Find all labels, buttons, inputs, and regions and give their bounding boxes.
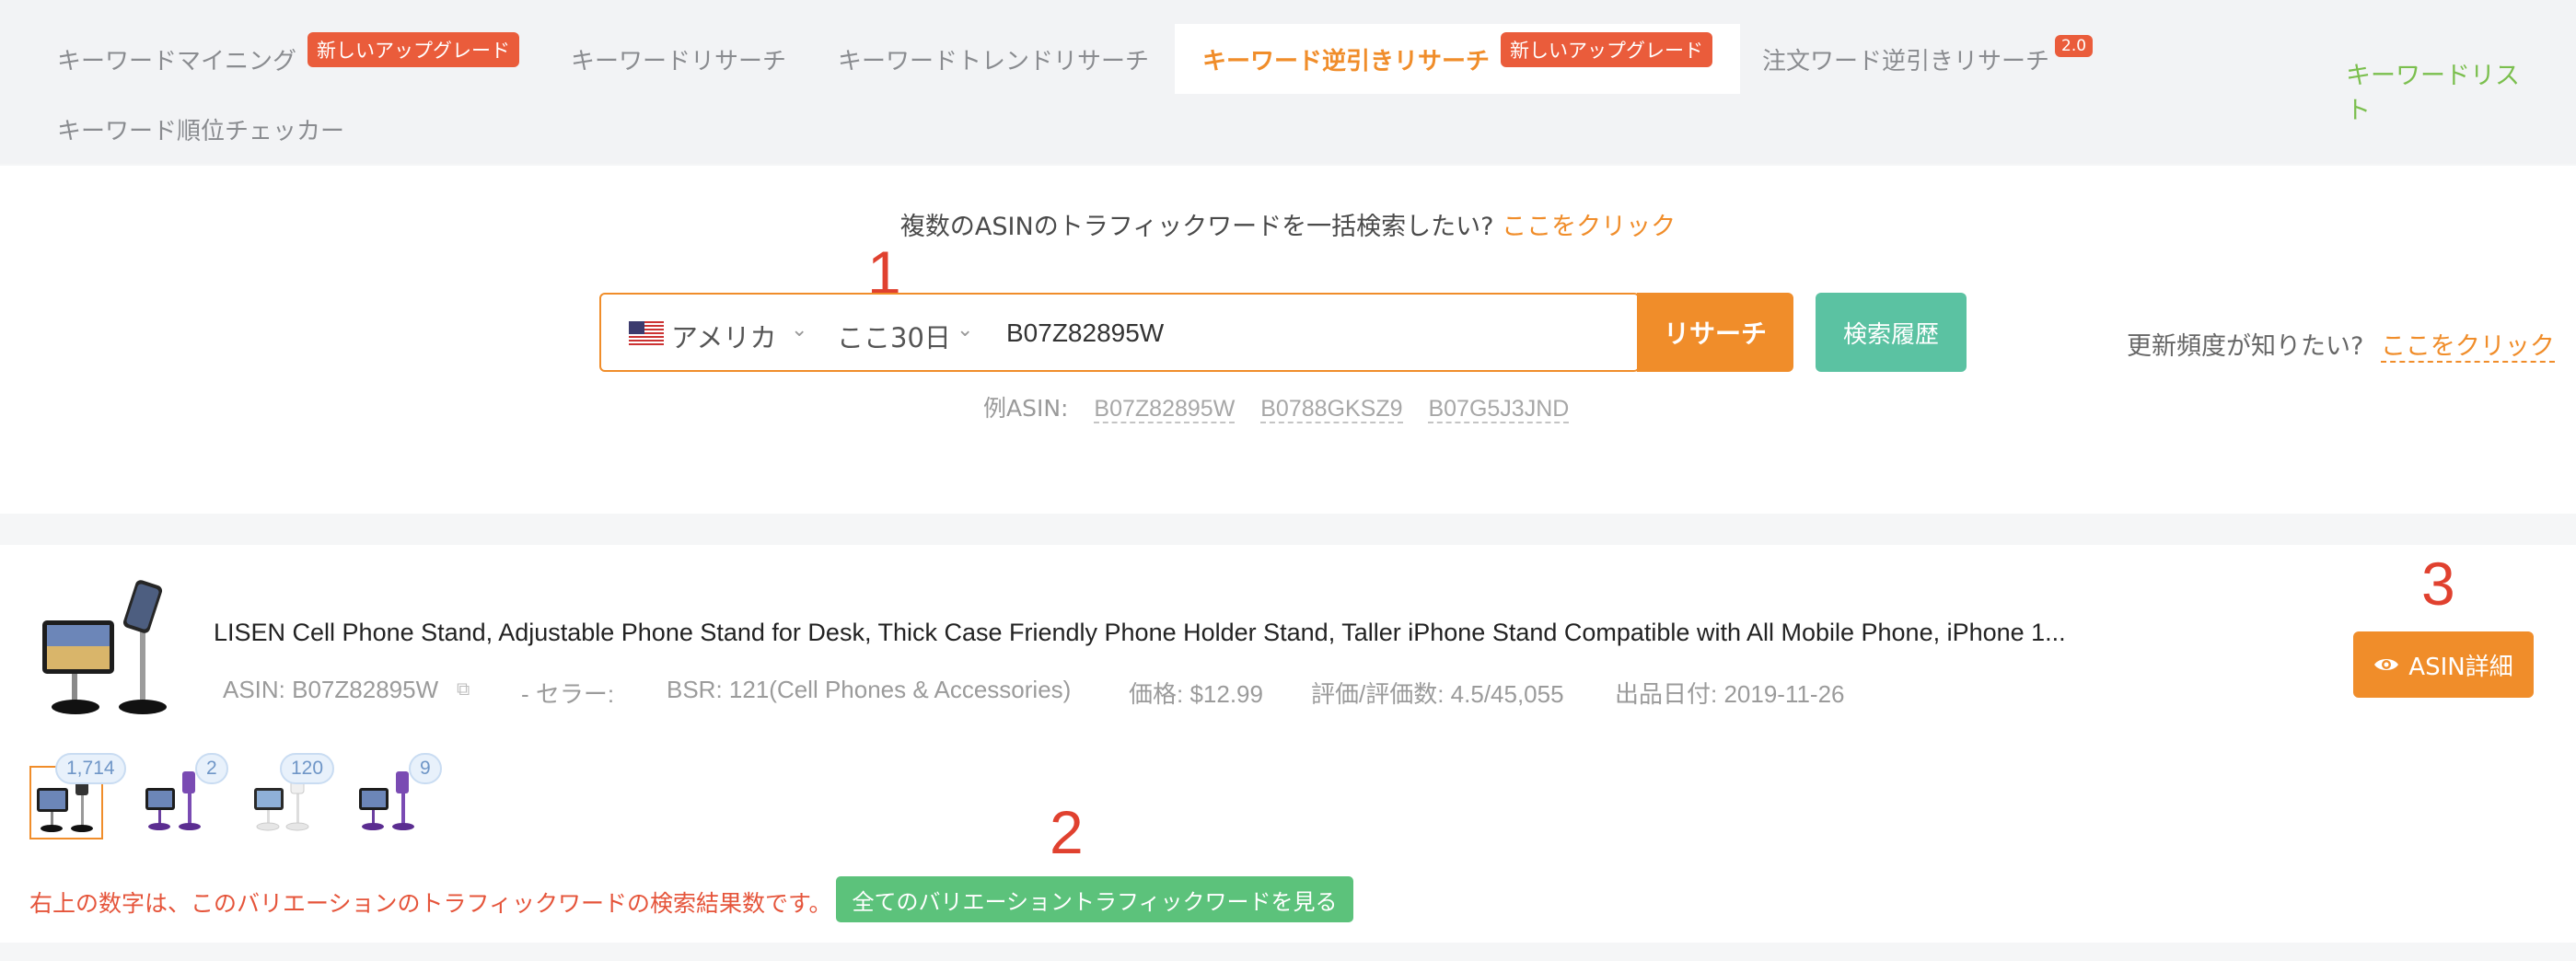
annotation-number-2: 2 <box>1050 798 1084 866</box>
search-history-button[interactable]: 検索履歴 <box>1816 293 1967 372</box>
annotation-number-3: 3 <box>2421 550 2455 618</box>
product-title[interactable]: LISEN Cell Phone Stand, Adjustable Phone… <box>214 619 2175 647</box>
tab-keyword-research[interactable]: キーワードリサーチ <box>571 24 786 94</box>
tab-reverse-keyword-research[interactable]: キーワード逆引きリサーチ 新しいアップグレード <box>1175 24 1741 94</box>
new-upgrade-badge: 新しいアップグレード <box>1501 32 1713 67</box>
new-upgrade-badge: 新しいアップグレード <box>307 32 520 67</box>
us-flag-icon <box>629 321 664 345</box>
tab-bar: キーワードマイニング 新しいアップグレード キーワードリサーチ キーワードトレン… <box>0 0 2576 164</box>
chevron-down-icon[interactable]: ⌄ <box>791 318 807 342</box>
update-frequency-prompt: 更新頻度が知りたい? ここをクリック <box>2127 326 2555 363</box>
product-image <box>42 580 167 714</box>
external-link-icon[interactable]: ⧉ <box>457 679 470 700</box>
example-asin-link[interactable]: B0788GKSZ9 <box>1260 396 1403 423</box>
update-frequency-link[interactable]: ここをクリック <box>2380 332 2555 363</box>
example-asin-link[interactable]: B07G5J3JND <box>1428 396 1570 423</box>
research-button[interactable]: リサーチ <box>1637 293 1793 372</box>
all-variations-button[interactable]: 全てのバリエーショントラフィックワードを見る <box>836 876 1353 922</box>
product-release-date: 出品日付: 2019-11-26 <box>1615 680 1845 708</box>
chevron-down-icon[interactable]: ⌄ <box>957 318 973 342</box>
asin-search-input[interactable] <box>1006 309 1623 357</box>
tab-order-word-reverse-research[interactable]: 注文ワード逆引きリサーチ 2.0 <box>1762 24 2094 94</box>
version-badge: 2.0 <box>2055 35 2094 57</box>
variation-count-badge: 120 <box>280 753 335 784</box>
variation-count-note: 右上の数字は、このバリエーションのトラフィックワードの検索結果数です。 <box>29 890 832 917</box>
eye-icon <box>2374 659 2399 670</box>
search-panel: 複数のASINのトラフィックワードを一括検索したい? ここをクリック 1 アメリ… <box>0 166 2576 514</box>
bulk-search-text: 複数のASINのトラフィックワードを一括検索したい? <box>899 213 1494 241</box>
period-select[interactable]: ここ30日 <box>837 317 951 355</box>
product-asin: ASIN: B07Z82895W <box>223 676 439 703</box>
tab-keyword-trend-research[interactable]: キーワードトレンドリサーチ <box>838 24 1149 94</box>
tab-label: 注文ワード逆引きリサーチ <box>1762 47 2050 75</box>
update-frequency-text: 更新頻度が知りたい? <box>2127 332 2364 361</box>
tab-keyword-rank-checker[interactable]: キーワード順位チェッカー <box>57 94 344 164</box>
example-asin-link[interactable]: B07Z82895W <box>1094 396 1236 423</box>
asin-detail-label: ASIN詳細 <box>2408 653 2513 681</box>
bulk-search-link[interactable]: ここをクリック <box>1502 213 1676 241</box>
country-select[interactable]: アメリカ <box>671 317 777 355</box>
product-bsr: BSR: 121(Cell Phones & Accessories) <box>667 676 1072 703</box>
example-label: 例ASIN: <box>983 395 1069 422</box>
search-box: アメリカ ⌄ ここ30日 ⌄ <box>599 293 1640 372</box>
bulk-search-prompt: 複数のASINのトラフィックワードを一括検索したい? ここをクリック <box>0 206 2576 242</box>
product-rating: 評価/評価数: 4.5/45,055 <box>1311 680 1564 708</box>
variation-count-badge: 2 <box>195 753 228 784</box>
product-panel: LISEN Cell Phone Stand, Adjustable Phone… <box>0 545 2576 943</box>
product-price: 価格: $12.99 <box>1129 680 1263 708</box>
tab-keyword-mining[interactable]: キーワードマイニング 新しいアップグレード <box>57 24 520 94</box>
asin-detail-button[interactable]: ASIN詳細 <box>2353 631 2534 698</box>
product-seller: - セラー: <box>521 680 615 708</box>
tab-label: キーワードトレンドリサーチ <box>838 47 1150 75</box>
variation-count-badge: 1,714 <box>55 753 126 784</box>
tab-label: キーワード逆引きリサーチ <box>1202 47 1491 75</box>
tab-label: キーワードマイニング <box>57 47 297 75</box>
tab-label: キーワード順位チェッカー <box>57 117 345 145</box>
keyword-list-link[interactable]: キーワードリスト <box>2346 59 2530 129</box>
variation-count-badge: 9 <box>409 753 442 784</box>
tab-label: キーワードリサーチ <box>571 47 787 75</box>
example-asins: 例ASIN: B07Z82895W B0788GKSZ9 B07G5J3JND <box>983 390 1570 423</box>
